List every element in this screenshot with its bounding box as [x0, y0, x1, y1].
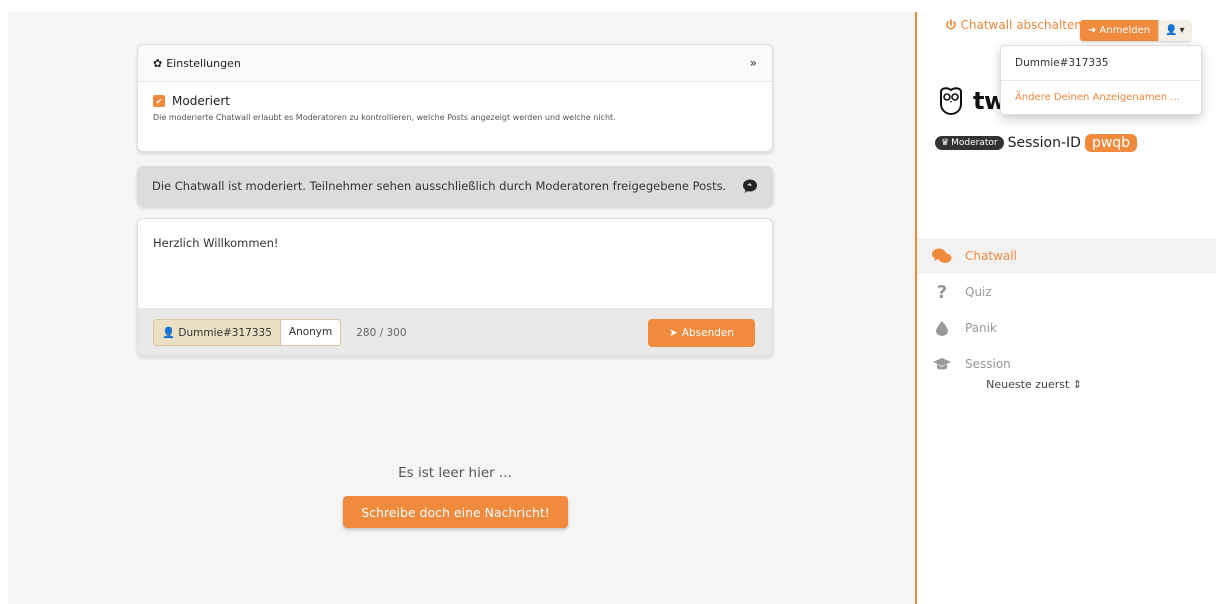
moderated-label: Moderiert	[172, 94, 230, 108]
moderator-badge-label: Moderator	[951, 138, 998, 148]
moderated-description: Die moderierte Chatwall erlaubt es Moder…	[153, 113, 616, 122]
send-label: Absenden	[681, 326, 735, 339]
login-button[interactable]: ➜ Anmelden	[1080, 20, 1159, 41]
chatwall-off-link[interactable]: Chatwall abschalten	[945, 18, 1083, 32]
owl-logo-icon	[940, 87, 962, 116]
sign-in-icon: ➜	[1088, 25, 1097, 36]
login-group: ➜ Anmelden 👤 ▾	[1080, 20, 1191, 41]
moderated-row: ✔ Moderiert	[153, 94, 757, 108]
author-name-option[interactable]: 👤 Dummie#317335	[154, 320, 281, 345]
chat-bubble-icon	[743, 179, 757, 193]
user-menu-button[interactable]: 👤 ▾	[1158, 20, 1191, 41]
sidebar-item-label: Chatwall	[965, 249, 1017, 263]
gear-icon: ✿	[153, 56, 163, 70]
user-dropdown-menu: Dummie#317335 Ändere Deinen Anzeigenamen…	[1000, 45, 1202, 115]
session-id-label: Session-ID	[1007, 135, 1081, 151]
moderated-checkbox[interactable]: ✔	[153, 95, 165, 107]
composer-footer: 👤 Dummie#317335 Anonym 280 / 300 ➤ Absen…	[138, 308, 772, 355]
sidebar-nav: Chatwall ? Quiz Panik Session	[917, 238, 1216, 382]
dropdown-username: Dummie#317335	[1015, 57, 1109, 69]
char-counter: 280 / 300	[356, 326, 407, 339]
composer-card: Herzlich Willkommen! 👤 Dummie#317335 Ano…	[137, 218, 773, 356]
graduation-cap-icon	[931, 357, 953, 371]
sidebar-item-quiz[interactable]: ? Quiz	[917, 274, 1216, 310]
settings-card: ✿ Einstellungen » ✔ Moderiert Die moderi…	[137, 44, 773, 152]
sidebar-item-label: Quiz	[965, 285, 992, 299]
settings-title: Einstellungen	[166, 56, 241, 70]
author-anon-option[interactable]: Anonym	[280, 320, 341, 345]
settings-body: ✔ Moderiert Die moderierte Chatwall erla…	[138, 82, 772, 134]
chevron-double-down-icon[interactable]: »	[750, 56, 757, 70]
empty-state-title: Es ist leer hier ...	[398, 465, 512, 481]
settings-header[interactable]: ✿ Einstellungen »	[138, 45, 772, 82]
moderator-badge: ♛ Moderator	[935, 136, 1004, 150]
caret-down-icon: ▾	[1179, 25, 1185, 36]
notice-text: Die Chatwall ist moderiert. Teilnehmer s…	[152, 179, 727, 193]
sidebar-item-panik[interactable]: Panik	[917, 310, 1216, 346]
write-message-button[interactable]: Schreibe doch eine Nachricht!	[343, 496, 568, 528]
send-button[interactable]: ➤ Absenden	[648, 318, 755, 347]
login-label: Anmelden	[1099, 25, 1151, 36]
session-id-code: pwqb	[1084, 134, 1138, 152]
user-icon: 👤	[1165, 25, 1178, 36]
sidebar-item-chatwall[interactable]: Chatwall	[917, 238, 1216, 274]
sidebar-item-session[interactable]: Session	[917, 346, 1216, 382]
author-name-label: Dummie#317335	[178, 327, 272, 339]
chat-icon	[931, 248, 953, 264]
drop-icon	[931, 320, 953, 336]
message-textarea[interactable]: Herzlich Willkommen!	[138, 219, 772, 308]
session-info: ♛ Moderator Session-ID pwqb	[935, 134, 1138, 152]
author-toggle: 👤 Dummie#317335 Anonym	[153, 319, 342, 346]
app-root: Chatwall abschalten ✿ Einstellungen » ✔ …	[0, 0, 1216, 604]
moderation-notice: Die Chatwall ist moderiert. Teilnehmer s…	[137, 166, 773, 206]
sidebar-item-label: Panik	[965, 321, 997, 335]
change-name-link[interactable]: Ändere Deinen Anzeigenamen ...	[1001, 80, 1201, 114]
paper-plane-icon: ➤	[668, 326, 678, 339]
sidebar-item-label: Session	[965, 357, 1011, 371]
power-icon	[945, 19, 956, 30]
question-icon: ?	[936, 281, 948, 303]
crown-icon: ♛	[941, 138, 950, 148]
user-icon: 👤	[162, 327, 176, 339]
chatwall-off-label: Chatwall abschalten	[960, 18, 1083, 32]
